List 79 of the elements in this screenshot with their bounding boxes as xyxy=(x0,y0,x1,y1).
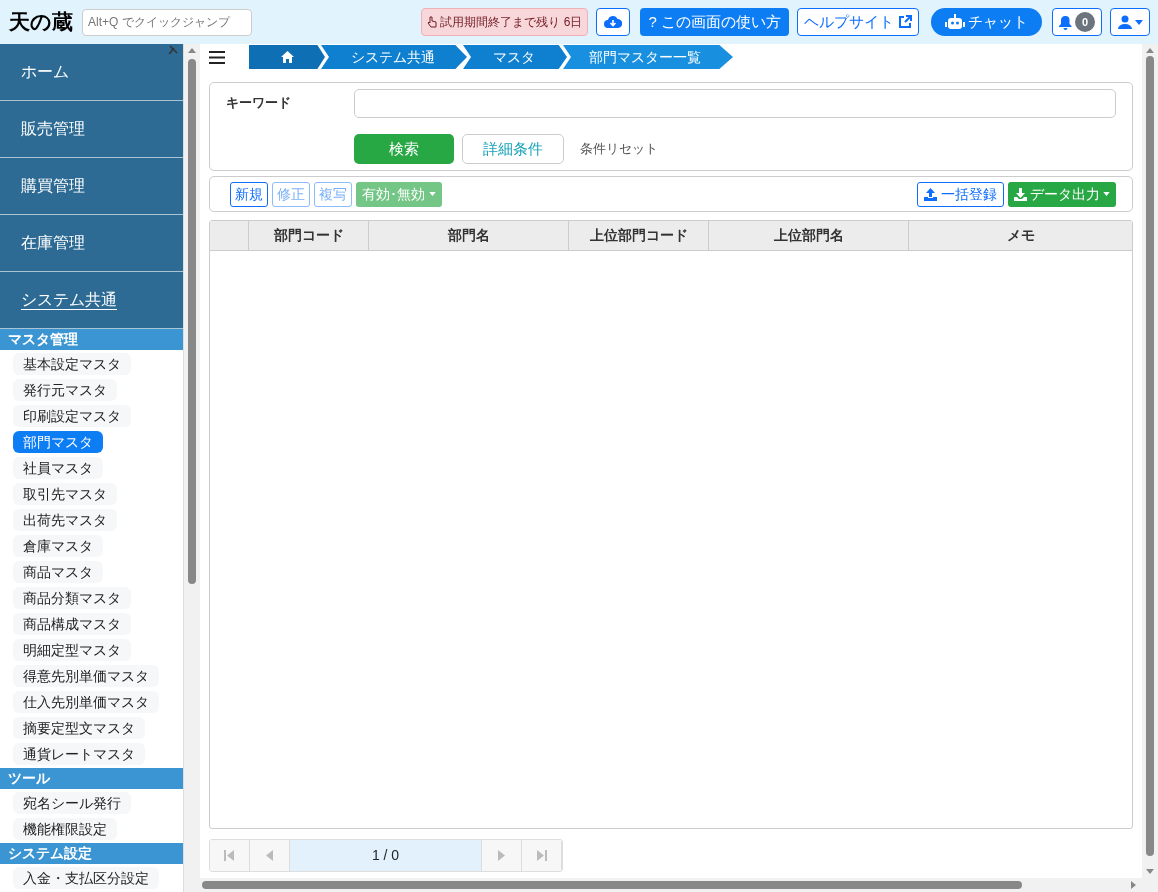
notification-count: 0 xyxy=(1075,12,1095,32)
sidebar-item[interactable]: 仕入先別単価マスタ xyxy=(13,691,159,713)
cloud-download-icon xyxy=(604,15,623,29)
breadcrumb-home[interactable] xyxy=(249,45,325,69)
bell-icon xyxy=(1059,14,1072,30)
toolbar-button[interactable]: 新規 xyxy=(230,181,268,207)
pointer-icon xyxy=(427,16,438,28)
scrollbar-thumb[interactable] xyxy=(1146,56,1154,856)
quick-jump-field[interactable]: Alt+Q でクイックジャンプ xyxy=(82,8,252,36)
download-button[interactable] xyxy=(596,8,631,36)
user-icon xyxy=(1117,15,1132,29)
external-link-icon xyxy=(898,15,912,29)
sidebar-item[interactable]: 印刷設定マスタ xyxy=(13,405,131,427)
sidebar-item[interactable]: 商品分類マスタ xyxy=(13,587,131,609)
sidebar-item[interactable]: 得意先別単価マスタ xyxy=(13,665,159,687)
menu-icon xyxy=(209,50,225,64)
home-icon xyxy=(280,51,294,63)
notifications-button[interactable]: 0 xyxy=(1052,8,1102,36)
howto-button[interactable]: ? この画面の使い方 xyxy=(640,8,789,36)
help-site-button[interactable]: ヘルプサイト xyxy=(797,8,919,36)
sidebar-item[interactable]: 取引先マスタ xyxy=(13,483,117,505)
keyword-field[interactable] xyxy=(354,89,1116,118)
up-arrow-icon xyxy=(1146,48,1154,53)
down-arrow-icon xyxy=(1146,869,1154,874)
right-arrow-icon xyxy=(1131,881,1136,889)
section-header: ツール xyxy=(0,768,183,789)
previous-page-icon xyxy=(264,850,275,861)
column-header[interactable]: 上位部門コード xyxy=(569,221,709,250)
chat-button[interactable]: チャット xyxy=(931,8,1042,36)
nav-item[interactable]: 販売管理 xyxy=(0,101,183,158)
column-header[interactable]: 部門名 xyxy=(369,221,569,250)
caret-icon xyxy=(429,192,436,196)
sidebar-item[interactable]: 発行元マスタ xyxy=(13,379,117,401)
reset-link[interactable]: 条件リセット xyxy=(580,139,658,159)
sidebar-item[interactable]: 明細定型マスタ xyxy=(13,639,131,661)
last-page-icon xyxy=(536,850,547,861)
column-header[interactable]: メモ xyxy=(909,221,1132,250)
field-label: キーワード xyxy=(226,94,292,112)
sidebar-item[interactable]: 入金・支払区分設定 xyxy=(13,867,159,889)
sidebar-item[interactable]: 通貨レートマスタ xyxy=(13,743,145,765)
scrollbar[interactable] xyxy=(1142,44,1158,878)
sidebar-item[interactable]: 宛名シール発行 xyxy=(13,792,131,814)
nav-item[interactable]: システム共通 xyxy=(0,272,183,329)
bulk-register-button[interactable]: 一括登録 xyxy=(917,181,1004,207)
scrollbar[interactable] xyxy=(200,878,1158,892)
scrollbar-thumb[interactable] xyxy=(188,59,196,584)
breadcrumb-item[interactable]: マスタ xyxy=(463,45,567,69)
sidebar-item[interactable]: 出荷先マスタ xyxy=(13,509,117,531)
nav-item[interactable]: 在庫管理 xyxy=(0,215,183,272)
breadcrumb-item[interactable]: システム共通 xyxy=(321,45,467,69)
logo[interactable]: 天の蔵 xyxy=(8,8,74,36)
section-header: システム設定 xyxy=(0,843,183,864)
user-menu-button[interactable] xyxy=(1110,8,1150,36)
nav-item[interactable]: 購買管理 xyxy=(0,158,183,215)
caret-icon xyxy=(1103,192,1110,196)
pin-icon xyxy=(168,45,178,55)
next-page-icon xyxy=(496,850,507,861)
upload-icon xyxy=(924,187,937,201)
sidebar-item[interactable]: 基本設定マスタ xyxy=(13,353,131,375)
column-header[interactable]: 上位部門名 xyxy=(709,221,909,250)
sidebar-item[interactable]: 機能権限設定 xyxy=(13,818,117,840)
sidebar-item[interactable]: 商品マスタ xyxy=(13,561,103,583)
caret-icon xyxy=(1134,19,1143,25)
robot-icon xyxy=(945,14,965,30)
download-icon xyxy=(1014,187,1027,201)
sidebar-item[interactable]: 部門マスタ xyxy=(13,431,103,453)
sidebar-item[interactable]: 商品構成マスタ xyxy=(13,613,131,635)
sidebar-item[interactable]: 摘要定型文マスタ xyxy=(13,717,145,739)
section-header: マスタ管理 xyxy=(0,329,183,350)
nav-item[interactable]: ホーム xyxy=(0,44,183,101)
up-arrow-icon xyxy=(188,48,196,53)
sidebar-item[interactable]: 社員マスタ xyxy=(13,457,103,479)
first-page-icon xyxy=(224,850,235,861)
column-header[interactable]: 部門コード xyxy=(249,221,369,250)
trial-notice: 試用期間終了まで残り 6日 xyxy=(421,8,589,36)
sidebar-item[interactable]: 倉庫マスタ xyxy=(13,535,103,557)
scrollbar[interactable] xyxy=(184,44,200,892)
scrollbar-thumb[interactable] xyxy=(202,881,1022,889)
page-indicator: 1 / 0 xyxy=(290,840,482,871)
